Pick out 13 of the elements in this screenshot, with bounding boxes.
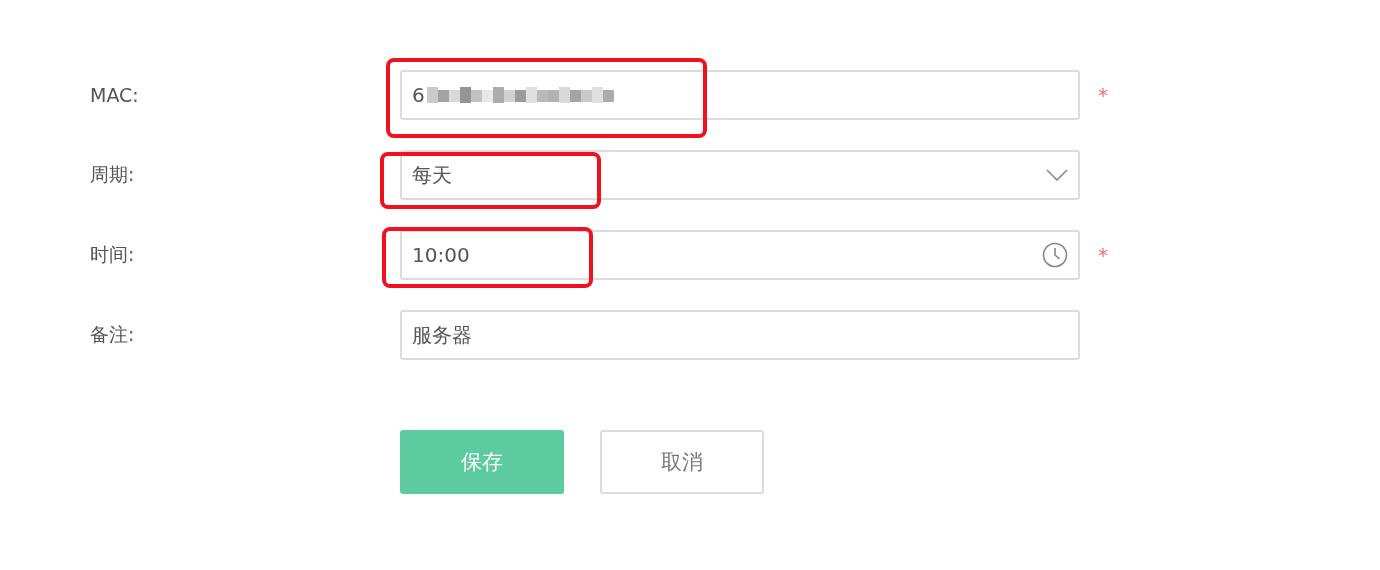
required-mark: * bbox=[1098, 243, 1108, 267]
chevron-down-icon bbox=[1046, 169, 1068, 181]
input-field[interactable]: 6 bbox=[400, 70, 1080, 120]
field-label: 时间: bbox=[90, 242, 136, 267]
field-label: MAC: bbox=[90, 84, 140, 106]
field-label: 周期: bbox=[90, 162, 136, 187]
clock-icon bbox=[1042, 242, 1068, 268]
required-mark: * bbox=[1098, 83, 1108, 107]
input-field[interactable]: 服务器 bbox=[400, 310, 1080, 360]
select-field[interactable]: 每天 bbox=[400, 150, 1080, 200]
field-label: 备注: bbox=[90, 322, 136, 347]
cancel-button[interactable]: 取消 bbox=[600, 430, 764, 494]
time-field[interactable]: 10:00 bbox=[400, 230, 1080, 280]
